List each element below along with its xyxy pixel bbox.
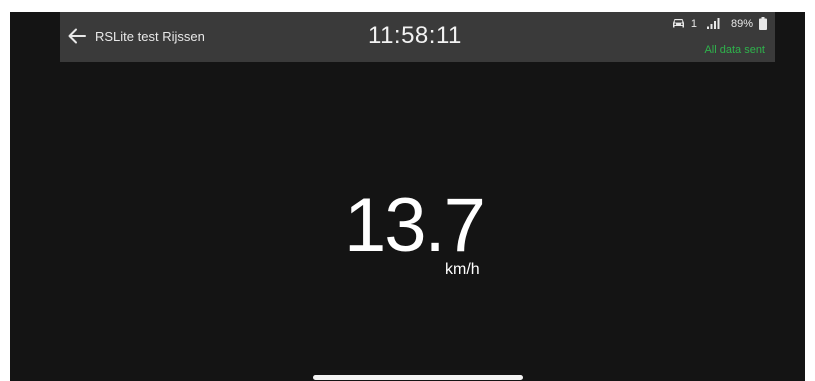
speed-value: 13.7	[344, 183, 486, 268]
app-screen: RSLite test Rijssen 11:58:11 1 89% All d…	[10, 12, 805, 381]
home-indicator[interactable]	[313, 375, 523, 380]
speed-display: 13.7 km/h	[10, 12, 805, 381]
speed-unit: km/h	[445, 261, 480, 278]
